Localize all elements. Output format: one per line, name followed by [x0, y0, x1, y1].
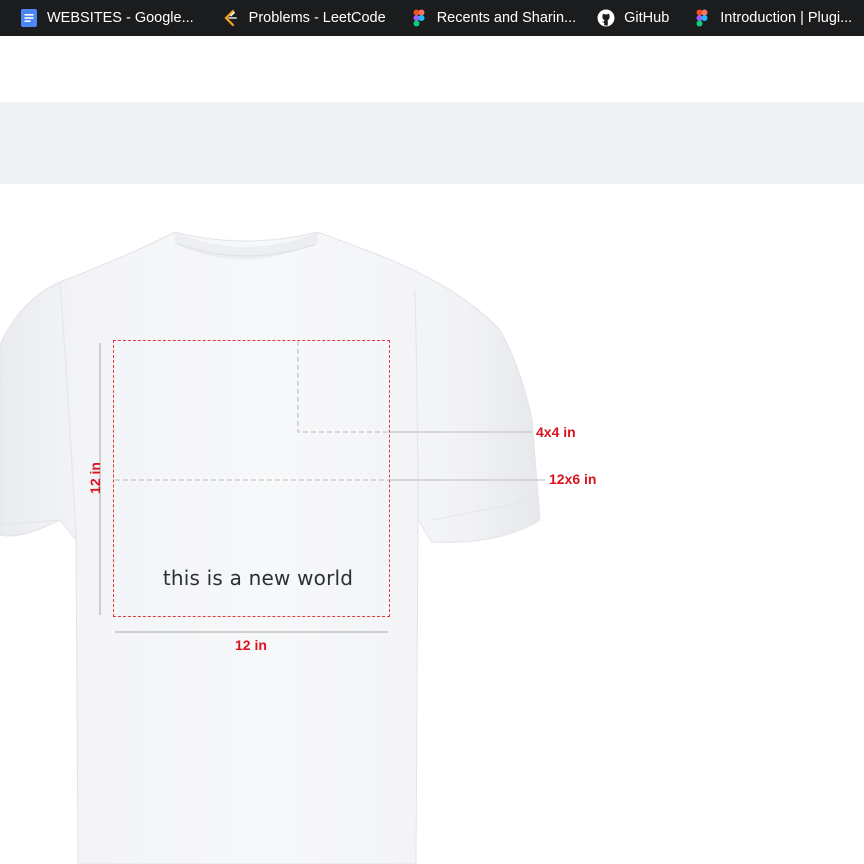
bookmark-recents[interactable]: Recents and Sharin... — [396, 0, 586, 36]
pocket-dimension-label: 4x4 in — [536, 424, 576, 440]
figma-icon — [410, 9, 428, 27]
bookmark-github[interactable]: GitHub — [586, 0, 679, 36]
half-dimension-label: 12x6 in — [549, 471, 597, 487]
design-text[interactable]: this is a new world — [113, 566, 403, 590]
bookmark-leetcode[interactable]: Problems - LeetCode — [204, 0, 396, 36]
bookmark-label: WEBSITES - Google... — [47, 10, 194, 26]
bookmark-label: Introduction | Plugi... — [720, 10, 853, 26]
bookmark-introduction[interactable]: Introduction | Plugi... — [679, 0, 862, 36]
bookmark-label: Problems - LeetCode — [248, 10, 386, 26]
height-dimension-label: 12 in — [86, 462, 103, 494]
toolbar-band — [0, 102, 864, 184]
bookmark-label: Recents and Sharin... — [436, 10, 577, 26]
figma-icon — [693, 9, 711, 27]
google-docs-icon — [20, 9, 38, 27]
width-dimension-label: 12 in — [235, 637, 267, 653]
github-icon — [597, 9, 615, 27]
bookmark-websites[interactable]: WEBSITES - Google... — [0, 0, 204, 36]
bookmark-label: GitHub — [624, 10, 670, 26]
bookmarks-bar: WEBSITES - Google... Problems - LeetCode… — [0, 0, 864, 36]
leetcode-icon — [222, 9, 240, 27]
